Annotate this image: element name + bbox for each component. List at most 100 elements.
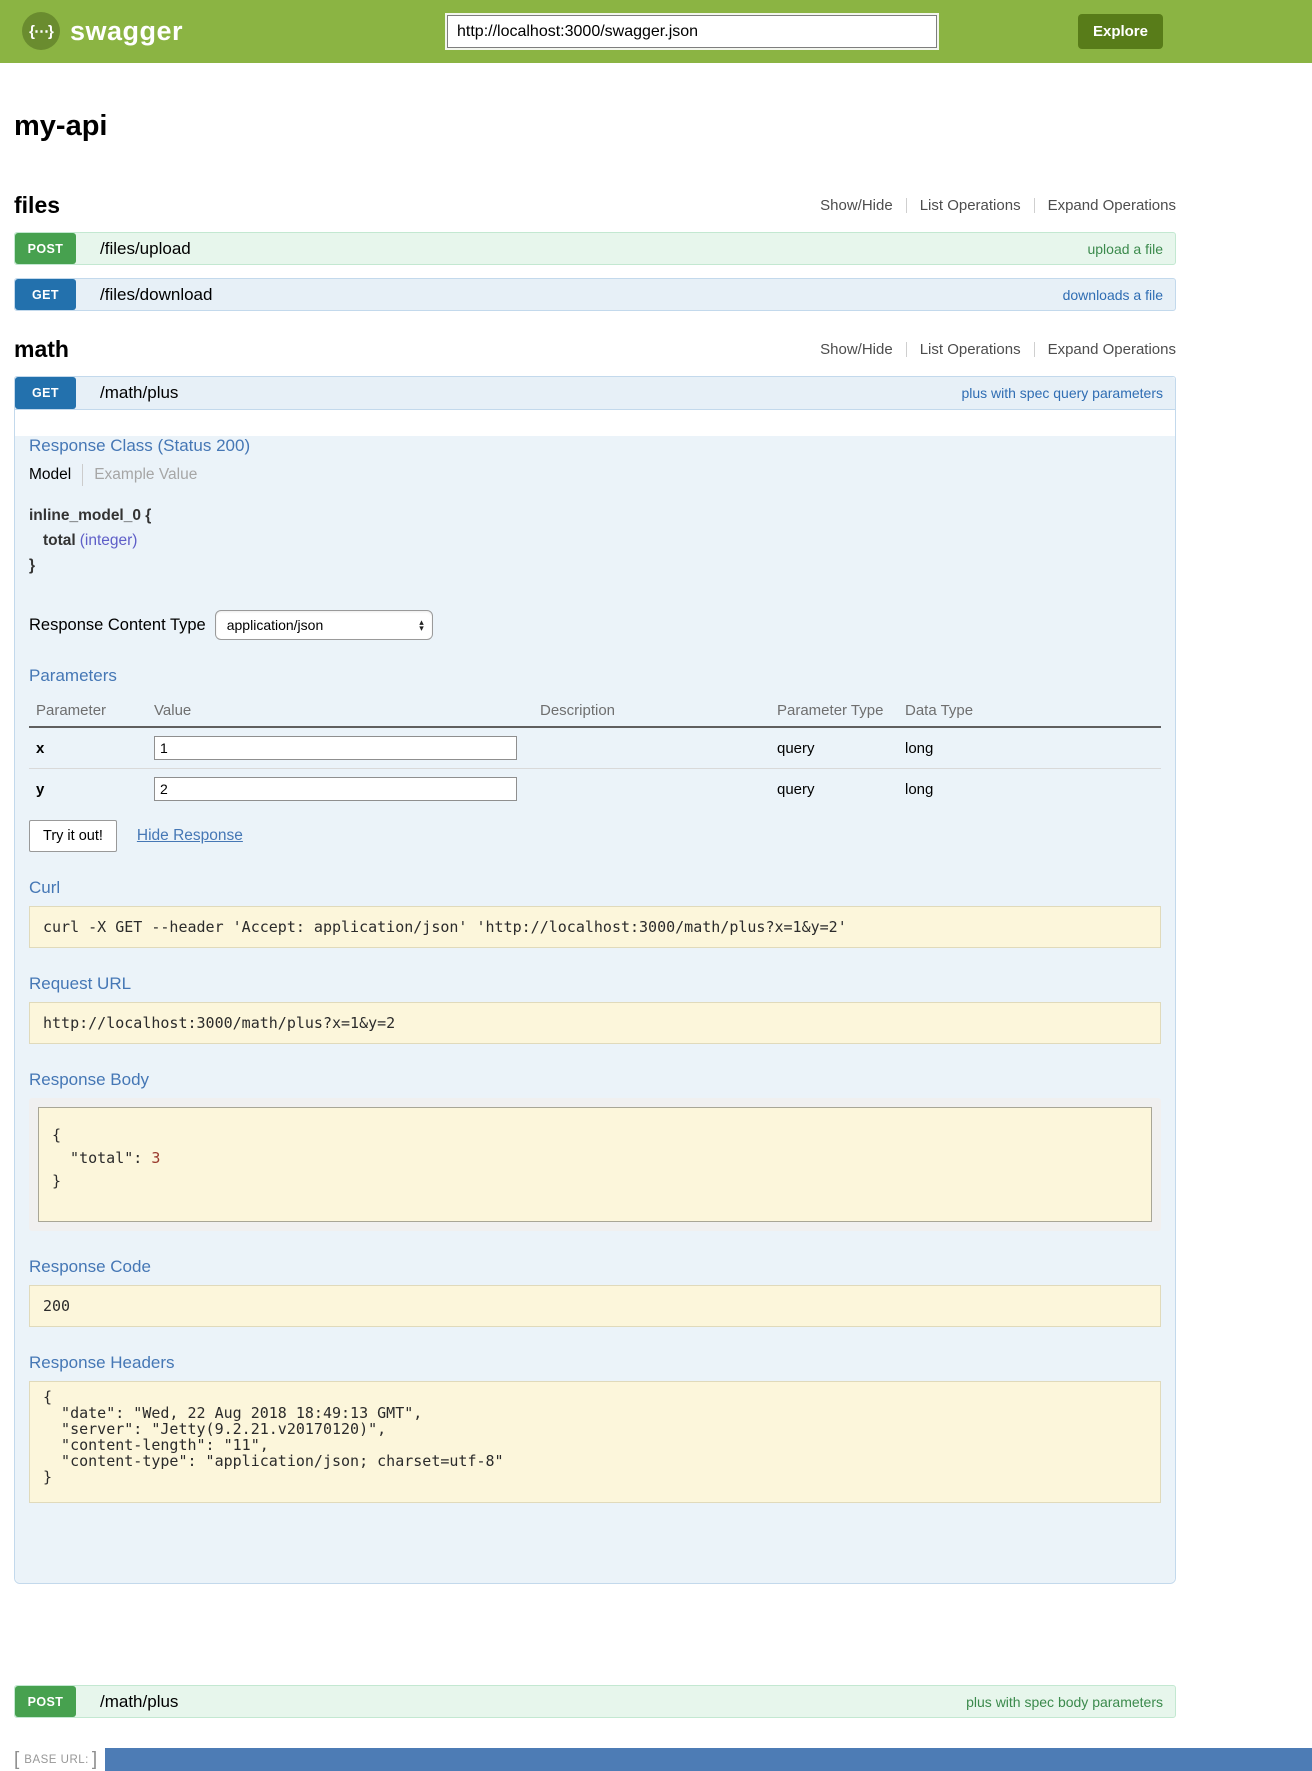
response-code-title: Response Code [29,1257,1161,1277]
show-hide-link[interactable]: Show/Hide [820,197,893,214]
parameters-table: Parameter Value Description Parameter Ty… [29,694,1161,809]
model-property-type: (integer) [80,532,138,549]
col-header-data-type: Data Type [905,694,1161,727]
section-title-files: files [14,192,60,219]
operation-summary-downloads-a-file[interactable]: downloads a file [1063,287,1163,303]
model-signature: inline_model_0 { total(integer) } [29,503,1161,578]
separator [906,198,907,213]
operation-header-post-math-plus[interactable]: POST /math/plus plus with spec body para… [14,1685,1176,1718]
parameter-data-type: long [905,769,1161,810]
response-body-container: { "total": 3 } [29,1098,1161,1231]
method-badge-get: GET [15,377,76,409]
response-code-value: 200 [29,1285,1161,1327]
operation-header-get-files-download[interactable]: GET /files/download downloads a file [14,278,1176,311]
explore-button[interactable]: Explore [1078,14,1163,49]
section-title-math: math [14,336,69,363]
operation-header-get-math-plus[interactable]: GET /math/plus plus with spec query para… [15,377,1175,410]
select-arrows-icon: ▴▾ [419,619,424,631]
selected-content-type: application/json [227,617,324,633]
parameter-name: y [29,769,154,810]
section-math: math Show/Hide List Operations Expand Op… [14,336,1176,1718]
logo-glyph: {⋯} [29,22,53,40]
tab-example-value[interactable]: Example Value [94,466,197,484]
operation-get-files-download: GET /files/download downloads a file [14,278,1176,311]
operation-get-math-plus: GET /math/plus plus with spec query para… [14,376,1176,1584]
operation-path-math-plus-post[interactable]: /math/plus [100,1692,178,1712]
section-controls-math: Show/Hide List Operations Expand Operati… [820,341,1176,358]
response-body-number: 3 [151,1149,160,1167]
parameter-description [540,727,777,769]
parameter-data-type: long [905,727,1161,769]
model-property-name: total [43,532,76,549]
operation-post-math-plus: POST /math/plus plus with spec body para… [14,1685,1176,1718]
operation-post-files-upload: POST /files/upload upload a file [14,232,1176,265]
header-bar: {⋯} swagger Explore [0,0,1312,63]
separator [1034,342,1035,357]
list-operations-link[interactable]: List Operations [920,341,1021,358]
separator [82,464,83,486]
operation-summary-plus-body[interactable]: plus with spec body parameters [966,1694,1163,1710]
response-body-value: { "total": 3 } [38,1107,1152,1222]
operation-summary-upload-a-file[interactable]: upload a file [1087,241,1163,257]
brand-title: swagger [70,16,183,47]
response-class-title: Response Class (Status 200) [29,436,1161,456]
operation-path-files-upload[interactable]: /files/upload [100,239,191,259]
col-header-parameter-type: Parameter Type [777,694,905,727]
response-content-type-row: Response Content Type application/json ▴… [29,610,1161,640]
main-content: my-api files Show/Hide List Operations E… [14,110,1176,1771]
operation-path-math-plus[interactable]: /math/plus [100,383,178,403]
operation-summary-plus-query[interactable]: plus with spec query parameters [961,385,1163,401]
list-operations-link[interactable]: List Operations [920,197,1021,214]
bracket-close: ] [92,1749,97,1771]
request-url-title: Request URL [29,974,1161,994]
parameter-description [540,769,777,810]
curl-command: curl -X GET --header 'Accept: applicatio… [29,906,1161,948]
base-url-label: BASE URL: [24,1754,89,1766]
separator [1034,198,1035,213]
request-url-value: http://localhost:3000/math/plus?x=1&y=2 [29,1002,1161,1044]
swagger-logo-icon: {⋯} [22,12,60,50]
spec-url-input[interactable] [447,15,937,48]
hide-response-link[interactable]: Hide Response [137,827,243,845]
response-body-json-close: } [52,1172,61,1190]
parameter-row-y: y query long [29,769,1161,810]
method-badge-post: POST [15,1686,76,1717]
section-controls-files: Show/Hide List Operations Expand Operati… [820,197,1176,214]
response-content-type-label: Response Content Type [29,616,206,635]
expand-operations-link[interactable]: Expand Operations [1048,197,1176,214]
expand-operations-link[interactable]: Expand Operations [1048,341,1176,358]
parameters-title: Parameters [29,666,1161,686]
section-files: files Show/Hide List Operations Expand O… [14,192,1176,311]
col-header-description: Description [540,694,777,727]
operation-header-post-files-upload[interactable]: POST /files/upload upload a file [14,232,1176,265]
parameter-type: query [777,727,905,769]
model-open-line: inline_model_0 { [29,503,1161,528]
method-badge-post: POST [15,233,76,264]
page-title: my-api [14,110,1176,143]
curl-title: Curl [29,878,1161,898]
parameter-type: query [777,769,905,810]
col-header-value: Value [154,694,540,727]
model-tabs: Model Example Value [29,464,1161,486]
col-header-parameter: Parameter [29,694,154,727]
response-body-title: Response Body [29,1070,1161,1090]
response-headers-value: { "date": "Wed, 22 Aug 2018 18:49:13 GMT… [29,1381,1161,1503]
swagger-brand[interactable]: {⋯} swagger [22,12,183,50]
separator [906,342,907,357]
parameter-name: x [29,727,154,769]
try-it-out-button[interactable]: Try it out! [29,820,117,852]
operation-path-files-download[interactable]: /files/download [100,285,212,305]
try-it-row: Try it out! Hide Response [29,820,1161,852]
method-badge-get: GET [15,279,76,310]
response-content-type-select[interactable]: application/json ▴▾ [215,610,433,640]
show-hide-link[interactable]: Show/Hide [820,341,893,358]
parameter-y-input[interactable] [154,777,517,801]
tab-model[interactable]: Model [29,466,71,484]
operation-details-get-math-plus: Response Class (Status 200) Model Exampl… [15,436,1175,1583]
parameter-x-input[interactable] [154,736,517,760]
model-close-line: } [29,553,1161,578]
response-headers-title: Response Headers [29,1353,1161,1373]
bottom-blue-bar [105,1748,1312,1771]
response-body-json: { "total": [52,1126,151,1167]
parameter-row-x: x query long [29,727,1161,769]
